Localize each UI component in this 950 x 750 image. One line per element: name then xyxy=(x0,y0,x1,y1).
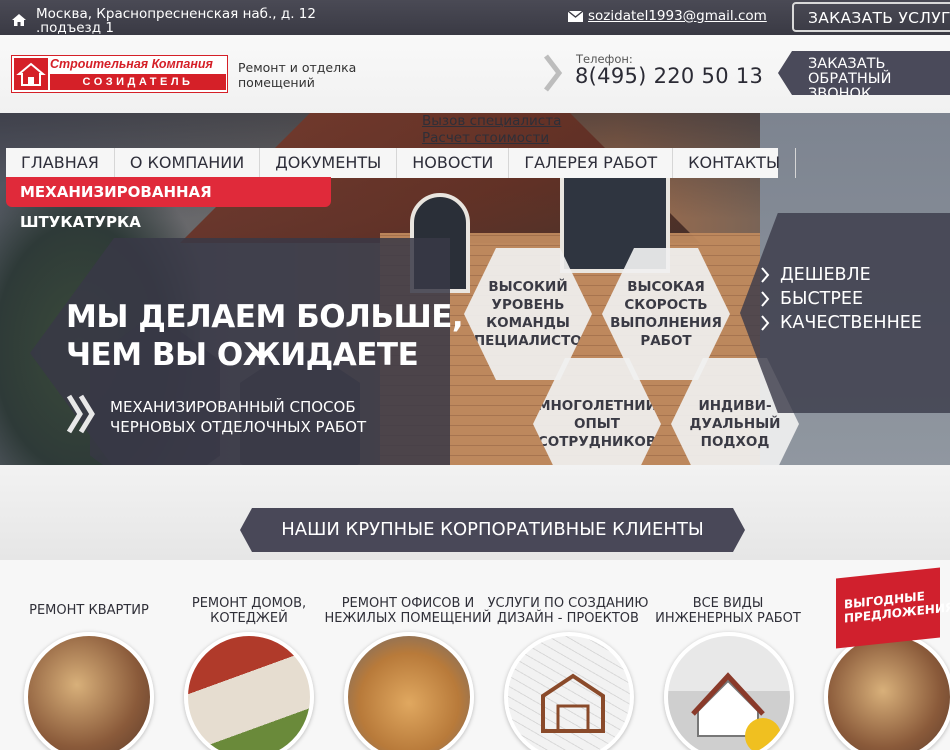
hex-text: ИНДИВИ- xyxy=(698,398,772,414)
menu-item-gallery[interactable]: ГАЛЕРЕЯ РАБОТ xyxy=(509,148,674,178)
tagline: Ремонт и отделка помещений xyxy=(238,60,357,90)
service-title[interactable]: УСЛУГИ ПО СОЗДАНИЮ ДИЗАЙН - ПРОЕКТОВ xyxy=(483,596,653,626)
callback-line1: ЗАКАЗАТЬ xyxy=(808,56,886,72)
service-title-line: ДИЗАЙН - ПРОЕКТОВ xyxy=(497,611,639,626)
hex-text: ВЫПОЛНЕНИЯ xyxy=(610,315,722,331)
main-menu: ГЛАВНАЯ О КОМПАНИИ ДОКУМЕНТЫ НОВОСТИ ГАЛ… xyxy=(6,148,797,178)
hex-text: СОТРУДНИКОВ xyxy=(537,434,657,450)
logo-bottom-text: СОЗИДАТЕЛЬ xyxy=(50,74,226,90)
hero-banner: Вызов специалиста Расчет стоимости ГЛАВН… xyxy=(0,113,950,465)
hex-text: ВЫСОКИЙ xyxy=(488,279,568,295)
hex-text: СПЕЦИАЛИСТОВ xyxy=(463,333,593,349)
advantages-list: ДЕШЕВЛЕ БЫСТРЕЕ КАЧЕСТВЕННЕЕ xyxy=(760,263,922,335)
service-title[interactable]: РЕМОНТ ДОМОВ, КОТЕДЖЕЙ xyxy=(164,596,334,626)
chevron-right-icon xyxy=(761,315,770,331)
hex-text: ДУАЛЬНЫЙ xyxy=(689,416,781,432)
advantage-text: ДЕШЕВЛЕ xyxy=(780,265,871,285)
menu-item-news[interactable]: НОВОСТИ xyxy=(397,148,510,178)
hex-text: КОМАНДЫ xyxy=(486,315,570,331)
email-link[interactable]: sozidatel1993@gmail.com xyxy=(588,8,767,24)
hero-headline: МЫ ДЕЛАЕМ БОЛЬШЕ, ЧЕМ ВЫ ОЖИДАЕТЕ xyxy=(66,298,464,374)
service-title[interactable]: РЕМОНТ КВАРТИР xyxy=(4,603,174,618)
mail-icon xyxy=(568,11,583,22)
double-chevron-icon xyxy=(66,394,95,434)
service-title[interactable]: РЕМОНТ ОФИСОВ И НЕЖИЛЫХ ПОМЕЩЕНИЙ xyxy=(323,596,493,626)
company-logo[interactable]: Строительная Компания СОЗИДАТЕЛЬ xyxy=(11,55,228,93)
service-image-design[interactable] xyxy=(504,632,634,750)
logo-house-icon xyxy=(14,58,48,90)
hex-text: ВЫСОКАЯ xyxy=(627,279,705,295)
service-image-apartments[interactable] xyxy=(24,632,154,750)
service-title-line: РЕМОНТ ОФИСОВ И xyxy=(341,596,475,611)
hex-text: РАБОТ xyxy=(640,333,692,349)
service-image-engineering[interactable] xyxy=(664,632,794,750)
menu-item-about[interactable]: О КОМПАНИИ xyxy=(115,148,261,178)
special-offers-ribbon[interactable]: ВЫГОДНЫЕ ПРЕДЛОЖЕНИЯ xyxy=(836,567,950,649)
service-title-line: РЕМОНТ ДОМОВ, xyxy=(191,596,307,611)
advantage-text: КАЧЕСТВЕННЕЕ xyxy=(780,313,922,333)
home-icon xyxy=(12,14,26,26)
chevron-right-icon xyxy=(544,54,563,92)
subline-2: ЧЕРНОВЫХ ОТДЕЛОЧНЫХ РАБОТ xyxy=(110,418,367,436)
service-title[interactable]: ВСЕ ВИДЫ ИНЖЕНЕРНЫХ РАБОТ xyxy=(643,596,813,626)
hex-text: ОПЫТ xyxy=(574,416,620,432)
hex-text: ПОДХОД xyxy=(700,434,770,450)
service-image-offices[interactable] xyxy=(344,632,474,750)
hex-text: МНОГОЛЕТНИЙ xyxy=(537,398,657,414)
header: Строительная Компания СОЗИДАТЕЛЬ Ремонт … xyxy=(0,35,950,113)
headline-line2: ЧЕМ ВЫ ОЖИДАЕТЕ xyxy=(66,337,419,373)
link-cost-calculation[interactable]: Расчет стоимости xyxy=(422,130,561,147)
advantage-item: КАЧЕСТВЕННЕЕ xyxy=(760,311,922,335)
advantage-item: БЫСТРЕЕ xyxy=(760,287,922,311)
phone-number[interactable]: 8(495) 220 50 13 xyxy=(575,64,763,88)
menu-item-home[interactable]: ГЛАВНАЯ xyxy=(6,148,115,178)
corporate-clients-button[interactable]: НАШИ КРУПНЫЕ КОРПОРАТИВНЫЕ КЛИЕНТЫ xyxy=(240,508,745,552)
menu-item-contacts[interactable]: КОНТАКТЫ xyxy=(673,148,797,178)
service-title-line: КОТЕДЖЕЙ xyxy=(210,611,288,626)
link-call-specialist[interactable]: Вызов специалиста xyxy=(422,113,561,130)
hero-badge[interactable]: МЕХАНИЗИРОВАННАЯ ШТУКАТУРКА xyxy=(6,177,331,231)
logo-top-text: Строительная Компания xyxy=(50,57,213,71)
top-bar: Москва, Краснопресненская наб., д. 12 .п… xyxy=(0,0,950,35)
order-service-button[interactable]: ЗАКАЗАТЬ УСЛУГУ xyxy=(792,2,950,32)
address-text: Москва, Краснопресненская наб., д. 12 .п… xyxy=(36,6,316,36)
callback-button[interactable]: ЗАКАЗАТЬ ОБРАТНЫЙ ЗВОНОК xyxy=(778,51,950,95)
advantage-text: БЫСТРЕЕ xyxy=(780,289,864,309)
hex-text: СКОРОСТЬ xyxy=(624,297,708,313)
advantage-item: ДЕШЕВЛЕ xyxy=(760,263,922,287)
headline-line1: МЫ ДЕЛАЕМ БОЛЬШЕ, xyxy=(66,299,464,335)
service-title-line: ВСЕ ВИДЫ xyxy=(692,596,764,611)
chevron-right-icon xyxy=(761,267,770,283)
hero-subline: МЕХАНИЗИРОВАННЫЙ СПОСОБ ЧЕРНОВЫХ ОТДЕЛОЧ… xyxy=(110,397,366,437)
chevron-right-icon xyxy=(761,291,770,307)
service-image-offers[interactable] xyxy=(824,632,950,750)
hex-text: УРОВЕНЬ xyxy=(491,297,565,313)
service-title-line: НЕЖИЛЫХ ПОМЕЩЕНИЙ xyxy=(324,611,492,626)
service-title-line: ИНЖЕНЕРНЫХ РАБОТ xyxy=(655,611,801,626)
service-image-houses[interactable] xyxy=(184,632,314,750)
quick-links: Вызов специалиста Расчет стоимости xyxy=(422,113,561,147)
menu-item-documents[interactable]: ДОКУМЕНТЫ xyxy=(260,148,398,178)
service-title-line: РЕМОНТ КВАРТИР xyxy=(29,603,149,618)
service-title-line: УСЛУГИ ПО СОЗДАНИЮ xyxy=(487,596,649,611)
callback-line2: ОБРАТНЫЙ ЗВОНОК xyxy=(808,71,892,102)
subline-1: МЕХАНИЗИРОВАННЫЙ СПОСОБ xyxy=(110,398,356,416)
